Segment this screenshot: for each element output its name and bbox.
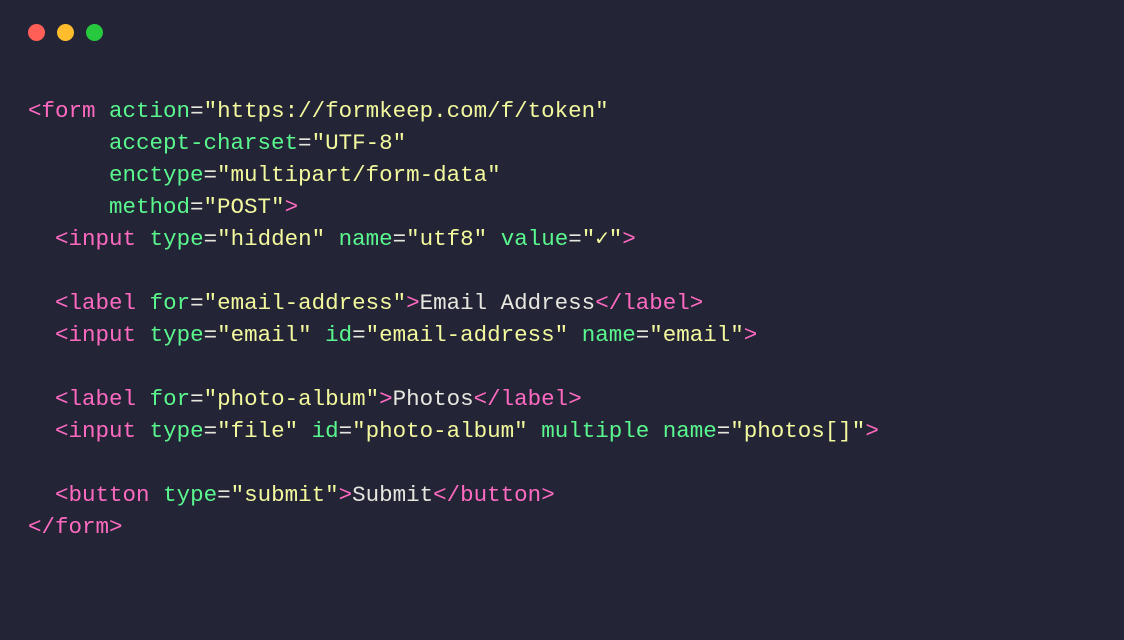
line-3: enctype="multipart/form-data" [28, 162, 501, 188]
window-titlebar [0, 0, 1124, 41]
line-10: <label for="photo-album">Photos</label> [28, 386, 582, 412]
minimize-icon[interactable] [57, 24, 74, 41]
line-7: <label for="email-address">Email Address… [28, 290, 703, 316]
line-13: <button type="submit">Submit</button> [28, 482, 555, 508]
close-icon[interactable] [28, 24, 45, 41]
line-1: <form action="https://formkeep.com/f/tok… [28, 98, 609, 124]
line-2: accept-charset="UTF-8" [28, 130, 406, 156]
line-14: </form> [28, 514, 123, 540]
line-8: <input type="email" id="email-address" n… [28, 322, 757, 348]
line-5: <input type="hidden" name="utf8" value="… [28, 226, 636, 252]
maximize-icon[interactable] [86, 24, 103, 41]
code-window: <form action="https://formkeep.com/f/tok… [0, 0, 1124, 640]
line-11: <input type="file" id="photo-album" mult… [28, 418, 879, 444]
code-block: <form action="https://formkeep.com/f/tok… [0, 41, 1124, 543]
line-4: method="POST"> [28, 194, 298, 220]
